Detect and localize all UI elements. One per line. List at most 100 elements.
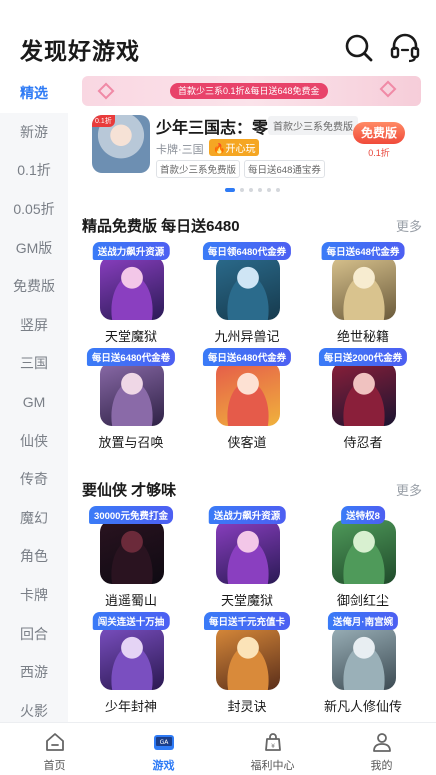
game-name: 封灵诀 xyxy=(227,699,267,714)
search-icon[interactable] xyxy=(343,32,375,64)
game-tile[interactable]: 送俺月·南宫婉 新凡人修仙传 xyxy=(308,612,418,722)
game-tile[interactable]: 每日领6480代金券 九州异兽记 xyxy=(192,242,302,352)
game-icon xyxy=(332,256,396,320)
promo-badge: 30000元免费打金 xyxy=(89,506,173,524)
feature-chip: 首款少三系免费版 xyxy=(156,160,241,178)
game-name: 逍遥蜀山 xyxy=(104,593,157,608)
headset-icon[interactable] xyxy=(389,32,421,64)
home-icon xyxy=(45,733,64,751)
user-icon xyxy=(372,733,391,752)
more-link[interactable]: 更多 xyxy=(396,216,422,235)
decor-diamond xyxy=(379,80,397,98)
game-tile[interactable]: 送战力飙升资源 天堂魔狱 xyxy=(192,506,302,616)
game-tile[interactable]: 闯关连送十万抽 少年封神 xyxy=(76,612,186,722)
sidebar-item[interactable]: 精选 xyxy=(0,74,68,113)
sidebar-item[interactable]: 竖屏 xyxy=(0,306,68,345)
promo-badge: 每日送648代金券 xyxy=(321,242,405,260)
promo-badge: 每日领6480代金券 xyxy=(202,242,292,260)
game-icon xyxy=(332,520,396,584)
sidebar-item[interactable]: 0.05折 xyxy=(0,190,68,229)
tab-label: 我的 xyxy=(370,760,393,772)
game-tile[interactable]: 每日送千元充值卡 封灵诀 xyxy=(192,612,302,722)
game-tile[interactable]: 每日送6480代金卷 放置与召唤 xyxy=(76,348,186,458)
carousel-dot[interactable] xyxy=(258,188,262,192)
promo-banner[interactable]: 首款少三系0.1折&每日送648免费金 xyxy=(82,76,421,106)
promo-badge: 闯关连送十万抽 xyxy=(92,612,170,630)
game-icon xyxy=(100,520,164,584)
sidebar-item[interactable]: 仙侠 xyxy=(0,421,68,460)
decor-diamond xyxy=(97,82,115,100)
game-tile[interactable]: 30000元免费打金 逍遥蜀山 xyxy=(76,506,186,616)
carousel-dot[interactable] xyxy=(225,188,235,192)
sidebar-item[interactable]: GM版 xyxy=(0,228,68,267)
free-version-discount: 0.1折 xyxy=(368,148,390,158)
game-name: 天堂魔狱 xyxy=(104,329,157,344)
game-tile[interactable]: 送特权8 御剑红尘 xyxy=(308,506,418,616)
sidebar-item[interactable]: 西游 xyxy=(0,653,68,692)
main-content: 首款少三系0.1折&每日送648免费金 0.1折 少年三国志：零 首款少三系免费… xyxy=(68,74,436,722)
game-name: 侠客道 xyxy=(227,435,267,450)
featured-game-icon: 0.1折 xyxy=(92,115,150,173)
game-icon xyxy=(216,520,280,584)
game-name: 少年封神 xyxy=(104,699,157,714)
game-tile[interactable]: 送战力飙升资源 天堂魔狱 xyxy=(76,242,186,352)
featured-desc-tag: 首款少三系免费版 xyxy=(268,116,358,135)
promo-badge: 送战力飙升资源 xyxy=(92,242,170,260)
game-name: 放置与召唤 xyxy=(98,435,164,450)
sidebar-item[interactable]: 免费版 xyxy=(0,267,68,306)
sidebar-item[interactable]: 传奇 xyxy=(0,460,68,499)
game-name: 侍忍者 xyxy=(343,435,383,450)
tab-item[interactable]: GA 游戏 xyxy=(109,723,218,775)
tab-label: 游戏 xyxy=(152,760,175,772)
tab-item[interactable]: 我的 xyxy=(327,723,436,775)
sidebar-item[interactable]: 回合 xyxy=(0,614,68,653)
tab-label: 首页 xyxy=(43,760,66,772)
free-version-badge: 免费版 0.1折 xyxy=(350,122,408,162)
game-icon xyxy=(100,626,164,690)
more-link[interactable]: 更多 xyxy=(396,480,422,499)
game-icon xyxy=(332,626,396,690)
game-icon xyxy=(100,256,164,320)
section-title-xianxia: 要仙侠 才够味 xyxy=(82,482,177,499)
featured-game-card[interactable]: 0.1折 少年三国志：零 首款少三系免费版 卡牌·三国 🔥开心玩 首款少三系免费… xyxy=(82,110,421,184)
svg-text:¥: ¥ xyxy=(271,743,275,750)
carousel-dot[interactable] xyxy=(249,188,253,192)
game-name: 御剑红尘 xyxy=(336,593,389,608)
sidebar-item[interactable]: 卡牌 xyxy=(0,576,68,615)
page-title: 发现好游戏 xyxy=(20,38,140,64)
promo-badge: 送特权8 xyxy=(341,506,385,524)
promo-badge: 每日送2000代金券 xyxy=(318,348,408,366)
promo-banner-text: 首款少三系0.1折&每日送648免费金 xyxy=(170,83,328,99)
free-version-label: 免费版 xyxy=(353,122,405,144)
game-name: 九州异兽记 xyxy=(214,329,280,344)
tab-item[interactable]: ¥ 福利中心 xyxy=(218,723,327,775)
game-icon xyxy=(332,362,396,426)
game-name: 新凡人修仙传 xyxy=(323,699,402,714)
game-name: 绝世秘籍 xyxy=(336,329,389,344)
game-icon xyxy=(100,362,164,426)
gamepad-icon: GA xyxy=(153,735,174,750)
sidebar-item[interactable]: 魔幻 xyxy=(0,499,68,538)
sidebar-item[interactable]: 火影 xyxy=(0,692,68,723)
promo-badge: 送战力飙升资源 xyxy=(208,506,286,524)
sidebar-item[interactable]: 角色 xyxy=(0,537,68,576)
game-icon xyxy=(216,256,280,320)
promo-badge: 送俺月·南宫婉 xyxy=(327,612,399,630)
carousel-dot[interactable] xyxy=(276,188,280,192)
tab-item[interactable]: 首页 xyxy=(0,723,109,775)
gift-bag-icon: ¥ xyxy=(264,733,281,751)
carousel-dot[interactable] xyxy=(267,188,271,192)
sidebar-item[interactable]: 0.1折 xyxy=(0,151,68,190)
game-name: 天堂魔狱 xyxy=(220,593,273,608)
svg-text:GA: GA xyxy=(159,739,169,746)
carousel-dot[interactable] xyxy=(240,188,244,192)
sidebar-item[interactable]: 新游 xyxy=(0,113,68,152)
game-tile[interactable]: 每日送648代金券 绝世秘籍 xyxy=(308,242,418,352)
game-tile[interactable]: 每日送2000代金券 侍忍者 xyxy=(308,348,418,458)
category-sidebar: 精选 新游 0.1折 0.05折 GM版 免费版 竖屏 三国 GM 仙侠 传奇 魔幻 角色 卡牌 回合 西游火… xyxy=(0,74,68,722)
section-title-free: 精品免费版 每日送6480 xyxy=(82,218,240,235)
game-tile[interactable]: 每日送6480代金券 侠客道 xyxy=(192,348,302,458)
sidebar-item[interactable]: 三国 xyxy=(0,344,68,383)
promo-badge: 每日送千元充值卡 xyxy=(203,612,291,630)
sidebar-item[interactable]: GM xyxy=(0,383,68,422)
